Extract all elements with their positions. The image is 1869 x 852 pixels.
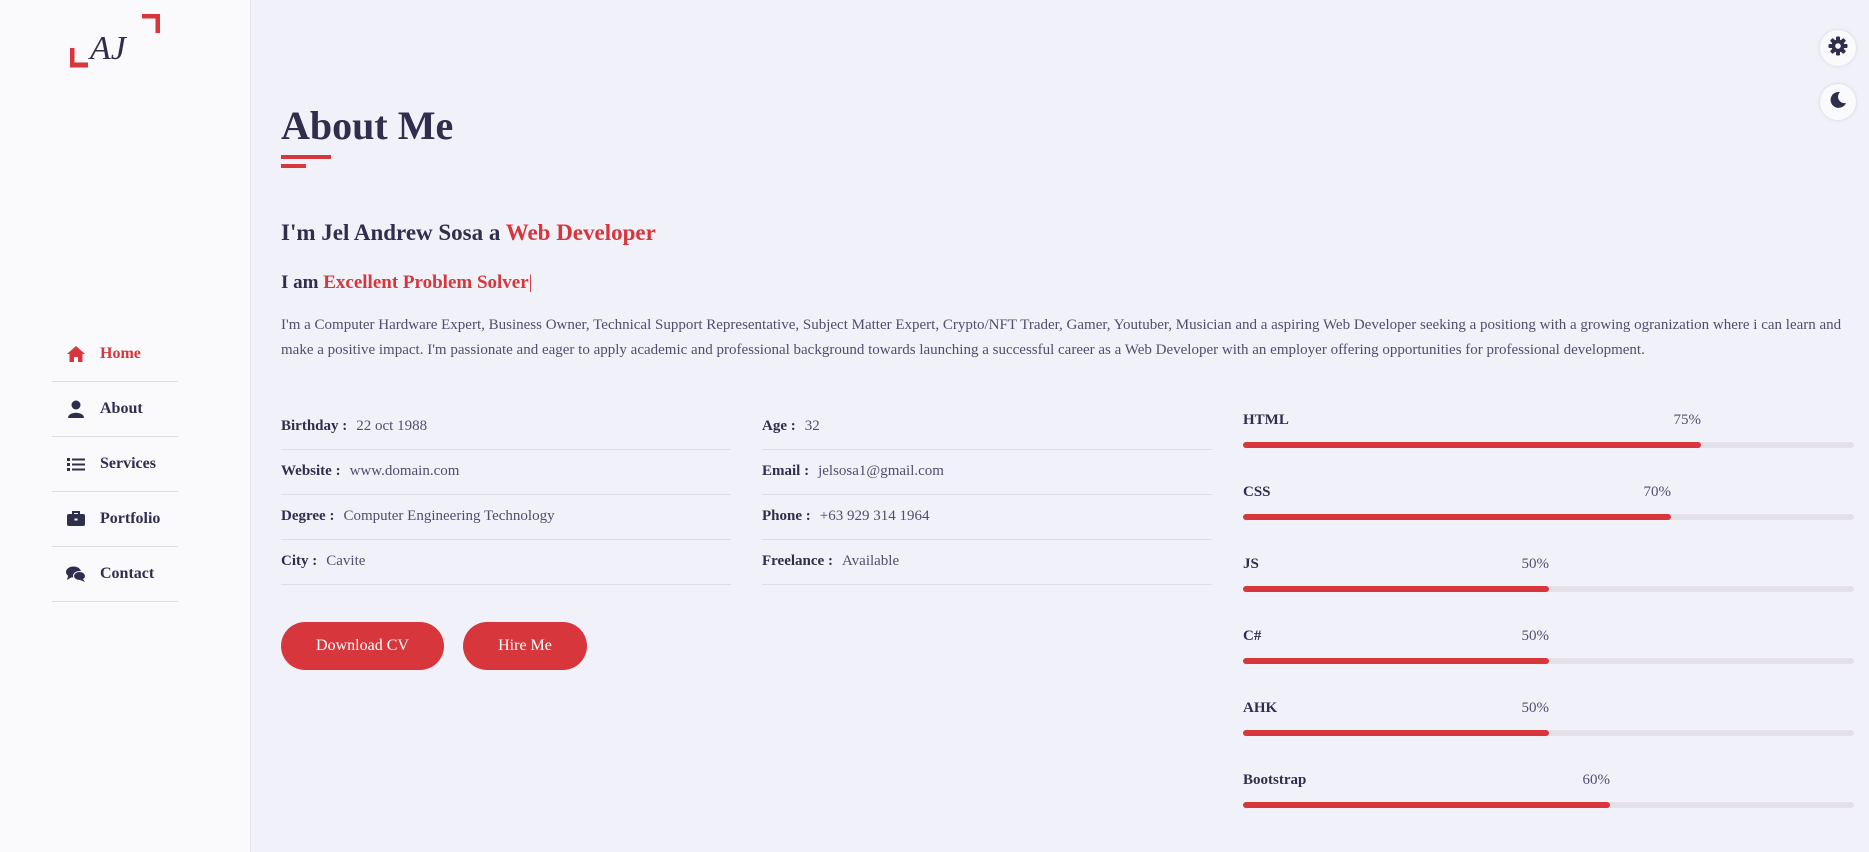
intro-heading: I'm Jel Andrew Sosa a Web Developer [281, 220, 656, 246]
title-underline [281, 155, 331, 159]
typing-heading: I am Excellent Problem Solver| [281, 272, 532, 294]
info-value: Computer Engineering Technology [343, 507, 555, 524]
sidebar-item-home[interactable]: Home [52, 327, 178, 382]
home-icon [66, 344, 86, 364]
info-value: 22 oct 1988 [356, 417, 428, 434]
briefcase-icon [66, 509, 86, 529]
info-key: Birthday : [281, 417, 348, 434]
skill-item: Bootstrap 60% [1243, 772, 1854, 844]
info-value: Cavite [326, 552, 366, 569]
settings-button[interactable] [1819, 29, 1857, 67]
skill-percent: 60% [1582, 772, 1611, 788]
skill-progress-fill [1243, 802, 1610, 808]
info-row-freelance: Freelance : Available [762, 540, 1212, 585]
sidebar-nav: Home About Services Portfolio Contact [52, 327, 178, 602]
intro-prefix: I'm Jel Andrew Sosa a [281, 220, 506, 245]
info-key: Phone : [762, 507, 811, 524]
skill-percent: 75% [1673, 412, 1702, 428]
skill-percent: 50% [1521, 700, 1550, 716]
info-value: 32 [804, 417, 820, 434]
info-key: Email : [762, 462, 810, 479]
skill-percent: 50% [1521, 628, 1550, 644]
typing-text: Excellent Problem Solver [323, 272, 529, 293]
skill-name: AHK [1243, 700, 1278, 716]
info-value: Available [841, 552, 900, 569]
info-value: jelsosa1@gmail.com [818, 462, 944, 479]
skill-item: C# 50% [1243, 628, 1854, 700]
sidebar-item-about[interactable]: About [52, 382, 178, 437]
skill-progress-fill [1243, 730, 1549, 736]
sidebar-item-label: Services [100, 455, 156, 472]
typing-caret: | [528, 272, 533, 293]
skill-item: HTML 75% [1243, 412, 1854, 484]
page-title: About Me [281, 103, 454, 148]
title-underline-short [281, 164, 306, 168]
info-value: www.domain.com [349, 462, 460, 479]
skill-progress-fill [1243, 514, 1671, 520]
gear-icon [1828, 36, 1848, 61]
sidebar-item-services[interactable]: Services [52, 437, 178, 492]
info-row-website: Website : www.domain.com [281, 450, 731, 495]
skill-name: C# [1243, 628, 1262, 644]
logo[interactable]: AJ [70, 14, 160, 80]
info-row-degree: Degree : Computer Engineering Technology [281, 495, 731, 540]
skill-name: JS [1243, 556, 1259, 572]
skill-item: JS 50% [1243, 556, 1854, 628]
info-row-city: City : Cavite [281, 540, 731, 585]
info-row-email: Email : jelsosa1@gmail.com [762, 450, 1212, 495]
download-cv-button[interactable]: Download CV [281, 622, 444, 670]
info-row-birthday: Birthday : 22 oct 1988 [281, 405, 731, 450]
sidebar-item-label: Home [100, 345, 141, 362]
sidebar-item-label: Portfolio [100, 510, 161, 527]
info-value: +63 929 314 1964 [819, 507, 930, 524]
skill-percent: 70% [1643, 484, 1672, 500]
info-row-age: Age : 32 [762, 405, 1212, 450]
info-key: Age : [762, 417, 796, 434]
sidebar-item-label: About [100, 400, 143, 417]
typing-prefix: I am [281, 272, 324, 293]
skill-progress-fill [1243, 586, 1549, 592]
moon-icon [1829, 91, 1847, 114]
comments-icon [66, 564, 86, 584]
skill-name: Bootstrap [1243, 772, 1307, 788]
skills-list: HTML 75% CSS 70% JS 50% C# 50% AHK 50% B… [1243, 412, 1854, 844]
info-key: City : [281, 552, 318, 569]
theme-toggle-button[interactable] [1819, 83, 1857, 121]
skill-progress-fill [1243, 442, 1701, 448]
skill-item: CSS 70% [1243, 484, 1854, 556]
sidebar-item-portfolio[interactable]: Portfolio [52, 492, 178, 547]
personal-info-right: Age : 32 Email : jelsosa1@gmail.com Phone … [762, 405, 1212, 585]
sidebar: AJ Home About Services Portfolio Contact [0, 0, 251, 852]
intro-role: Web Developer [505, 220, 656, 245]
info-key: Website : [281, 462, 341, 479]
skill-progress-fill [1243, 658, 1549, 664]
logo-text: AJ [88, 30, 128, 67]
list-icon [66, 454, 86, 474]
info-key: Degree : [281, 507, 335, 524]
info-key: Freelance : [762, 552, 833, 569]
user-icon [66, 399, 86, 419]
skill-item: AHK 50% [1243, 700, 1854, 772]
about-description: I'm a Computer Hardware Expert, Business… [281, 317, 1842, 358]
hire-me-button[interactable]: Hire Me [463, 622, 587, 670]
info-row-phone: Phone : +63 929 314 1964 [762, 495, 1212, 540]
skill-name: HTML [1243, 412, 1289, 428]
sidebar-item-contact[interactable]: Contact [52, 547, 178, 602]
sidebar-item-label: Contact [100, 565, 155, 582]
skill-percent: 50% [1521, 556, 1550, 572]
skill-name: CSS [1243, 484, 1271, 500]
personal-info-left: Birthday : 22 oct 1988 Website : www.domai… [281, 405, 731, 585]
